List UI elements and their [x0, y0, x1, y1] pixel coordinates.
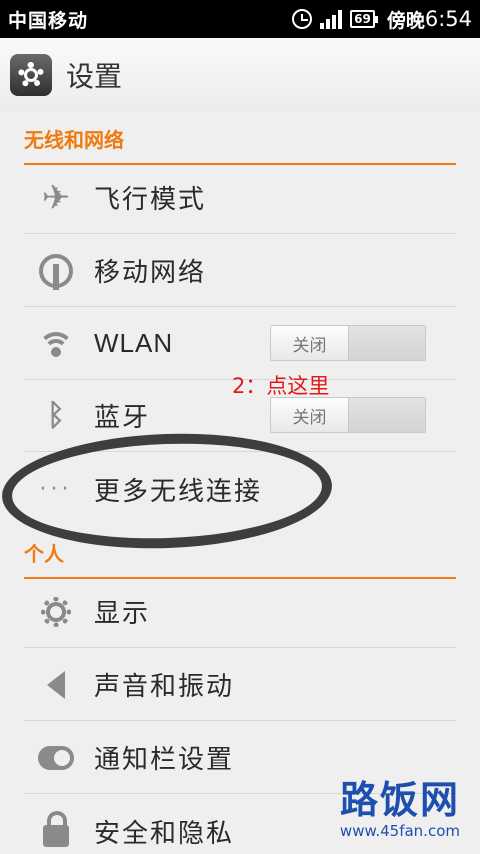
wlan-toggle-track: [349, 326, 425, 360]
status-time: 6:54: [424, 7, 472, 31]
antenna-icon: [36, 251, 76, 291]
airplane-icon: ✈: [41, 177, 71, 218]
item-label: 通知栏设置: [94, 745, 235, 775]
speaker-icon: [36, 665, 76, 705]
bluetooth-toggle-label: 关闭: [271, 398, 349, 432]
wifi-icon: [36, 324, 76, 364]
toggle-icon: [36, 738, 76, 778]
item-label: 飞行模式: [94, 185, 207, 215]
annotation-click-here: 2：点这里: [232, 374, 330, 398]
bluetooth-toggle-track: [349, 398, 425, 432]
watermark-logo: 路饭网 www.45fan.com: [340, 769, 460, 840]
status-bar: 中国移动 69 傍晚 6:54: [0, 0, 480, 38]
settings-item-display[interactable]: 显示: [24, 576, 456, 648]
item-label: 安全和隐私: [94, 818, 235, 849]
item-label: 移动网络: [94, 258, 207, 288]
section-header-personal: 个人: [24, 538, 456, 579]
page-title: 设置: [66, 60, 123, 93]
carrier-name: 中国移动: [8, 9, 89, 32]
section-header-wireless: 无线和网络: [24, 124, 456, 165]
settings-item-airplane-mode[interactable]: ✈ 飞行模式: [24, 162, 456, 234]
battery-icon: 69: [350, 10, 378, 28]
lock-icon: [36, 811, 76, 851]
wlan-toggle-label: 关闭: [271, 326, 349, 360]
settings-item-mobile-network[interactable]: 移动网络: [24, 235, 456, 307]
status-icons: 69 傍晚 6:54: [292, 6, 472, 33]
watermark-main-text: 路饭网: [339, 778, 460, 822]
status-period: 傍晚: [386, 9, 425, 32]
bluetooth-toggle[interactable]: 关闭: [270, 397, 426, 433]
item-label: WLAN: [94, 328, 174, 358]
watermark-url: www.45fan.com: [339, 822, 460, 840]
item-label: 蓝牙: [94, 403, 151, 433]
signal-icon: [320, 9, 343, 29]
item-label: 显示: [94, 599, 151, 629]
item-label: 声音和振动: [94, 672, 235, 702]
settings-item-sound[interactable]: 声音和振动: [24, 649, 456, 721]
gear-icon: [10, 54, 52, 96]
wlan-toggle[interactable]: 关闭: [270, 325, 426, 361]
bluetooth-icon: ᛒ: [47, 398, 65, 433]
alarm-icon: [292, 9, 313, 29]
display-icon: [36, 592, 76, 632]
title-bar: 设置: [0, 38, 480, 112]
